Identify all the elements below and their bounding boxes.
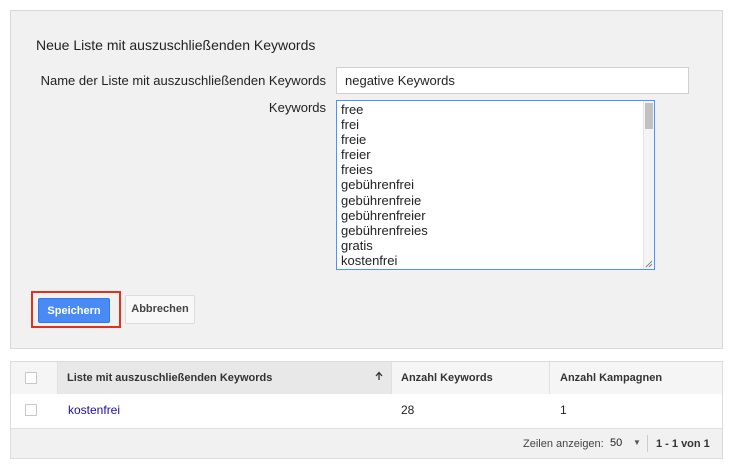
keyword-line: freie [341, 132, 367, 148]
table-row: kostenfrei 28 1 [11, 394, 722, 429]
list-name-input[interactable] [336, 67, 689, 94]
keyword-line: gebührenfreier [341, 207, 426, 223]
keyword-line: freies [341, 162, 373, 178]
keyword-line: frei [341, 117, 360, 133]
sort-up-arrow-icon[interactable] [375, 371, 383, 381]
cancel-button[interactable]: Abbrechen [125, 295, 195, 324]
list-name-label: Name der Liste mit auszuschließenden Key… [40, 73, 326, 88]
keyword-line: gratis [341, 237, 373, 253]
dropdown-caret-icon[interactable]: ▼ [633, 438, 641, 447]
keyword-line: free [341, 102, 364, 117]
keywords-textarea[interactable]: free frei freie freier freies gebührenfr… [336, 100, 655, 270]
keyword-line: kostenfrei [341, 252, 398, 268]
list-name-link[interactable]: kostenfrei [68, 403, 120, 417]
resize-grip-icon[interactable] [645, 260, 653, 268]
keyword-line: gebührenfreies [341, 222, 428, 238]
keyword-line: freier [341, 147, 371, 163]
row-checkbox[interactable] [25, 404, 37, 416]
table-header: Liste mit auszuschließenden Keywords Anz… [11, 362, 722, 395]
table-footer: Zeilen anzeigen: 50 ▼ 1 - 1 von 1 [11, 429, 722, 458]
scrollbar-thumb[interactable] [645, 103, 653, 129]
keywords-scrollbar[interactable] [643, 101, 654, 269]
rows-per-page-select[interactable]: 50 [610, 437, 622, 449]
footer-divider [647, 435, 648, 452]
column-header-name[interactable]: Liste mit auszuschließenden Keywords [67, 372, 272, 384]
column-header-campaign-count[interactable]: Anzahl Kampagnen [560, 372, 662, 384]
keyword-line: gebührenfrei [341, 177, 414, 193]
pagination-range: 1 - 1 von 1 [656, 438, 710, 450]
keyword-count-cell: 28 [401, 403, 415, 417]
keyword-line: gebührenfreie [341, 192, 422, 208]
keyword-lists-table: Liste mit auszuschließenden Keywords Anz… [10, 361, 723, 459]
keywords-label: Keywords [268, 100, 326, 115]
select-all-checkbox[interactable] [25, 372, 37, 384]
keywords-list: free frei freie freier freies gebührenfr… [341, 102, 428, 268]
new-negative-keyword-list-panel: Neue Liste mit auszuschließenden Keyword… [10, 10, 723, 349]
campaign-count-cell: 1 [560, 403, 567, 417]
save-button-highlight: Speichern [31, 291, 121, 328]
column-header-keyword-count[interactable]: Anzahl Keywords [401, 372, 493, 384]
save-button[interactable]: Speichern [38, 298, 110, 323]
panel-title: Neue Liste mit auszuschließenden Keyword… [36, 37, 316, 53]
rows-per-page-label: Zeilen anzeigen: [523, 438, 604, 450]
